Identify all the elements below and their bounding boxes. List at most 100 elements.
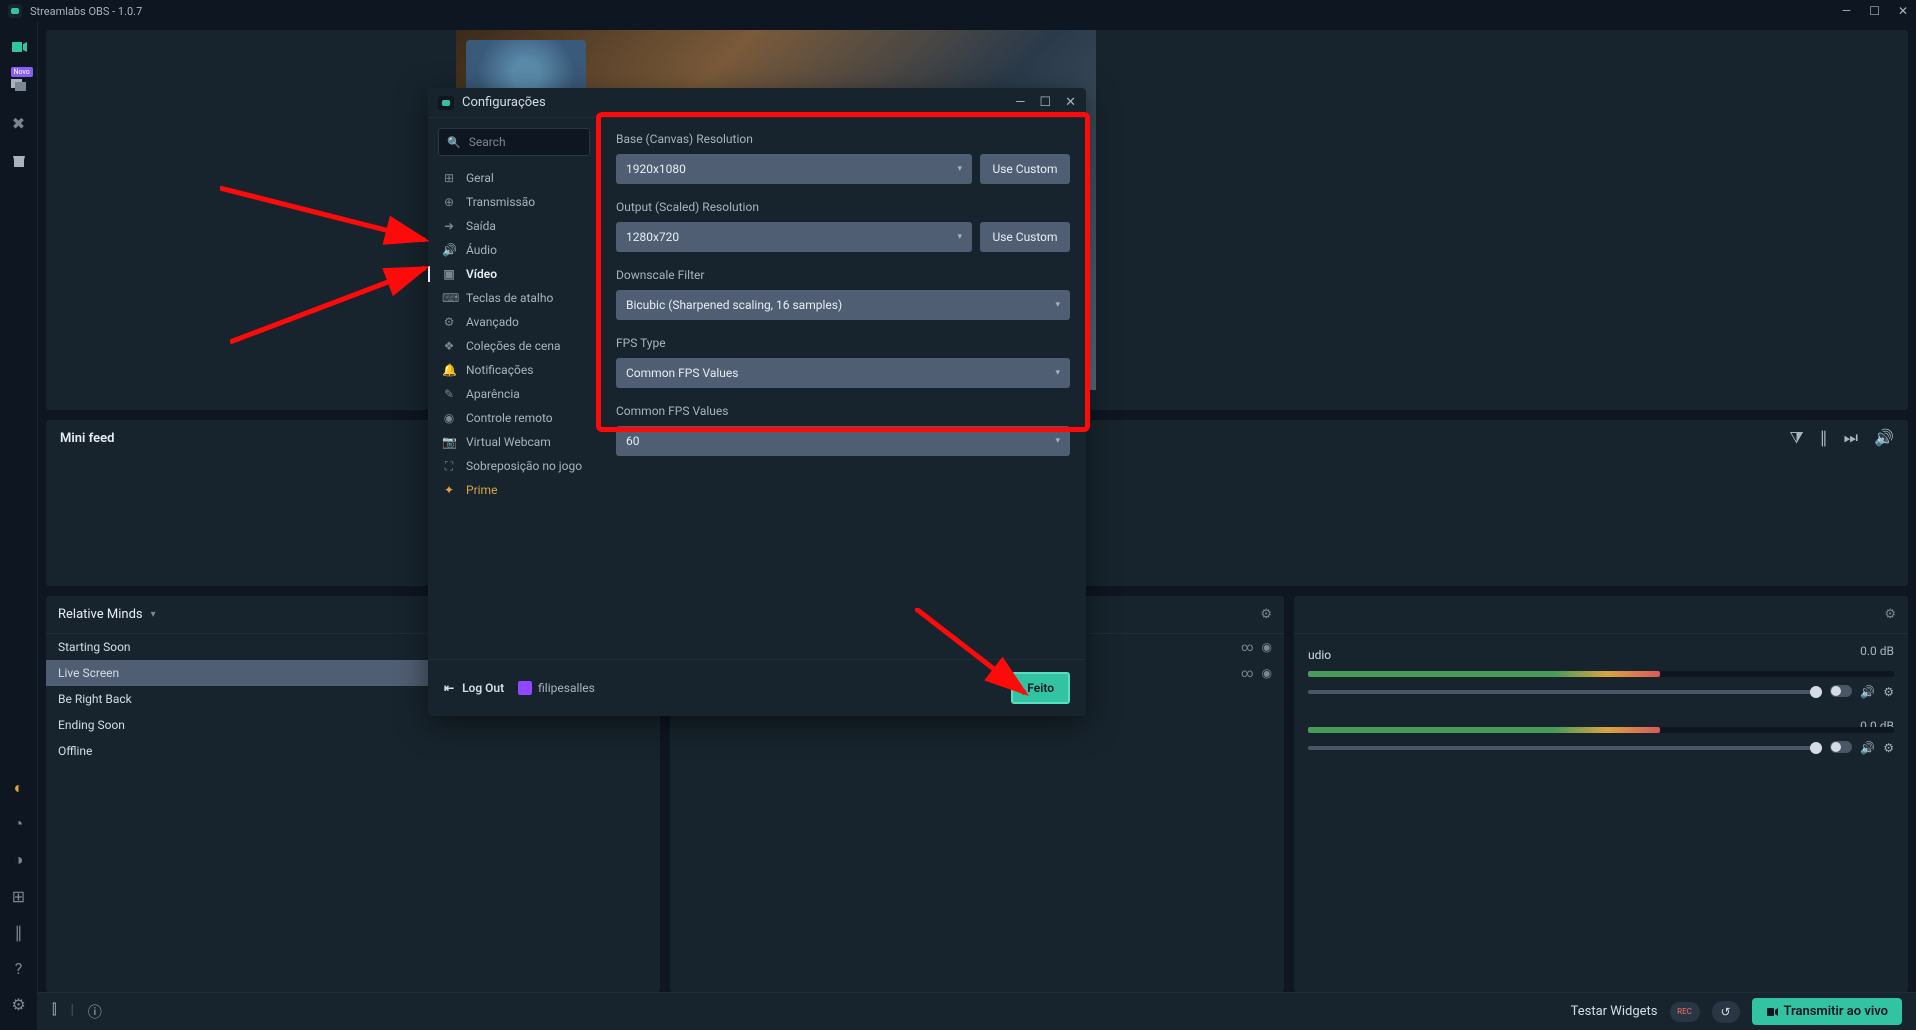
maximize-icon[interactable]: ☐ — [1869, 4, 1880, 18]
volume-slider[interactable] — [1308, 746, 1822, 750]
mute-toggle[interactable] — [1830, 685, 1852, 697]
fps-type-label: FPS Type — [616, 336, 1070, 350]
downscale-label: Downscale Filter — [616, 268, 1070, 282]
nav-icon: ◉ — [442, 411, 456, 425]
base-res-custom-button[interactable]: Use Custom — [980, 154, 1070, 184]
close-icon[interactable]: ✕ — [1898, 4, 1908, 18]
settings-nav-notificações[interactable]: 🔔Notificações — [438, 358, 590, 382]
search-input[interactable]: 🔍 Search — [438, 128, 590, 156]
audio-db-value: 0.0 dB — [1860, 644, 1894, 658]
settings-nav-aparência[interactable]: ✎Aparência — [438, 382, 590, 406]
appstore-icon[interactable]: ✖ — [7, 111, 31, 135]
modal-window-controls: — ☐ ✕ — [1015, 95, 1076, 110]
search-placeholder: Search — [469, 135, 506, 149]
done-button[interactable]: Feito — [1011, 672, 1070, 704]
settings-nav-áudio[interactable]: 🔊Áudio — [438, 238, 590, 262]
nav-icon: ✎ — [442, 387, 456, 401]
broadcast-icon — [1766, 1007, 1778, 1017]
username: filipesalles — [538, 681, 595, 695]
downscale-select[interactable]: Bicubic (Sharpened scaling, 16 samples) … — [616, 290, 1070, 320]
gear-icon[interactable]: ⚙ — [1260, 607, 1272, 622]
nav-icon: ▣ — [442, 267, 456, 281]
themes-icon[interactable]: Novo — [7, 73, 31, 97]
gear-icon[interactable]: ⚙ — [1883, 741, 1894, 755]
scene-item[interactable]: Offline — [46, 738, 660, 764]
caret-down-icon: ▾ — [957, 232, 962, 242]
speaker-icon[interactable]: 🔊 — [1860, 741, 1875, 755]
fps-type-group: FPS Type Common FPS Values ▾ — [616, 336, 1070, 388]
pause-icon[interactable]: ∥ — [1820, 428, 1828, 448]
app-titlebar: Streamlabs OBS - 1.0.7 — ☐ ✕ — [0, 0, 1916, 22]
modal-titlebar: Configurações — ☐ ✕ — [428, 88, 1086, 118]
output-res-custom-button[interactable]: Use Custom — [980, 222, 1070, 252]
settings-nav-avançado[interactable]: ⚙Avançado — [438, 310, 590, 334]
search-icon: 🔍 — [447, 136, 461, 149]
modal-logo — [438, 96, 454, 110]
app-title: Streamlabs OBS - 1.0.7 — [30, 5, 142, 18]
eye-icon[interactable]: ◉ — [1262, 640, 1272, 654]
modal-minimize-icon[interactable]: — — [1015, 95, 1025, 110]
fps-common-select[interactable]: 60 ▾ — [616, 426, 1070, 456]
eye-icon[interactable]: ◉ — [1262, 666, 1272, 680]
skip-icon[interactable]: ⏭ — [1844, 428, 1858, 448]
settings-nav-prime[interactable]: ✦Prime — [438, 478, 590, 502]
link-icon[interactable]: ∞ — [1241, 666, 1253, 680]
grid-rail-icon[interactable]: ⊞ — [7, 884, 31, 908]
caret-down-icon: ▾ — [957, 164, 962, 174]
output-res-select[interactable]: 1280x720 ▾ — [616, 222, 972, 252]
nav-icon: 🔔 — [442, 363, 456, 377]
logout-icon: ⇤ — [444, 681, 454, 695]
store-icon[interactable] — [7, 149, 31, 173]
audio-track-name: udio — [1308, 648, 1331, 662]
link-icon[interactable]: ∞ — [1241, 640, 1253, 654]
gear-icon[interactable]: ⚙ — [1884, 607, 1896, 622]
audio-meter — [1308, 671, 1894, 677]
audio-meter — [1308, 727, 1894, 733]
settings-rail-icon[interactable]: ⚙ — [7, 992, 31, 1016]
caret-down-icon: ▾ — [1055, 368, 1060, 378]
help-rail-icon[interactable]: ? — [7, 956, 31, 980]
settings-nav-transmissão[interactable]: ⊕Transmissão — [438, 190, 590, 214]
volume-slider[interactable] — [1308, 690, 1822, 694]
settings-nav-controle-remoto[interactable]: ◉Controle remoto — [438, 406, 590, 430]
chat-rail-icon[interactable]: ◑ — [7, 848, 31, 872]
modal-sidebar: 🔍 Search ⊞Geral⊕Transmissão➜Saída🔊Áudio▣… — [428, 118, 600, 659]
go-live-button[interactable]: Transmitir ao vivo — [1752, 998, 1903, 1025]
nav-icon: ⛶ — [442, 459, 456, 474]
settings-nav-vídeo[interactable]: ▣Vídeo — [438, 262, 590, 286]
mute-toggle[interactable] — [1830, 741, 1852, 753]
nav-icon: ⊕ — [442, 195, 456, 209]
prime-rail-icon[interactable]: ◐ — [7, 776, 31, 800]
settings-nav-saída[interactable]: ➜Saída — [438, 214, 590, 238]
volume-icon[interactable]: 🔊 — [1874, 428, 1894, 448]
scene-collection-name[interactable]: Relative Minds — [58, 607, 143, 622]
stats-icon[interactable]: ⫿ — [52, 1002, 56, 1022]
logout-button[interactable]: ⇤ Log Out — [444, 681, 504, 695]
filter-icon[interactable]: ⧩ — [1789, 428, 1803, 448]
fps-type-select[interactable]: Common FPS Values ▾ — [616, 358, 1070, 388]
record-button[interactable]: REC — [1670, 1002, 1700, 1022]
settings-nav-geral[interactable]: ⊞Geral — [438, 166, 590, 190]
base-res-select[interactable]: 1920x1080 ▾ — [616, 154, 972, 184]
settings-nav-virtual-webcam[interactable]: 📷Virtual Webcam — [438, 430, 590, 454]
modal-maximize-icon[interactable]: ☐ — [1039, 95, 1051, 110]
modal-close-icon[interactable]: ✕ — [1065, 95, 1076, 110]
linked-user: filipesalles — [518, 681, 595, 695]
cloud-rail-icon[interactable]: ◔ — [7, 812, 31, 836]
nav-icon: ❖ — [442, 339, 456, 353]
settings-nav-coleções-de-cena[interactable]: ❖Coleções de cena — [438, 334, 590, 358]
nav-icon: 📷 — [442, 435, 456, 449]
fps-common-label: Common FPS Values — [616, 404, 1070, 418]
chevron-down-icon[interactable]: ▾ — [151, 609, 156, 620]
test-widgets-button[interactable]: Testar Widgets — [1571, 1004, 1658, 1019]
speaker-icon[interactable]: 🔊 — [1860, 685, 1875, 699]
editor-icon[interactable] — [7, 35, 31, 59]
minimize-icon[interactable]: — — [1842, 4, 1851, 18]
gear-icon[interactable]: ⚙ — [1883, 685, 1894, 699]
info-icon[interactable]: ⓘ — [88, 1002, 102, 1022]
replay-buffer-button[interactable]: ↺ — [1712, 1001, 1740, 1023]
left-nav-rail: Novo ✖ ◐ ◔ ◑ ⊞ ∥ ? ⚙ — [0, 22, 38, 1030]
settings-nav-teclas-de-atalho[interactable]: ⌨Teclas de atalho — [438, 286, 590, 310]
settings-nav-sobreposição-no-jogo[interactable]: ⛶Sobreposição no jogo — [438, 454, 590, 478]
bars-rail-icon[interactable]: ∥ — [7, 920, 31, 944]
